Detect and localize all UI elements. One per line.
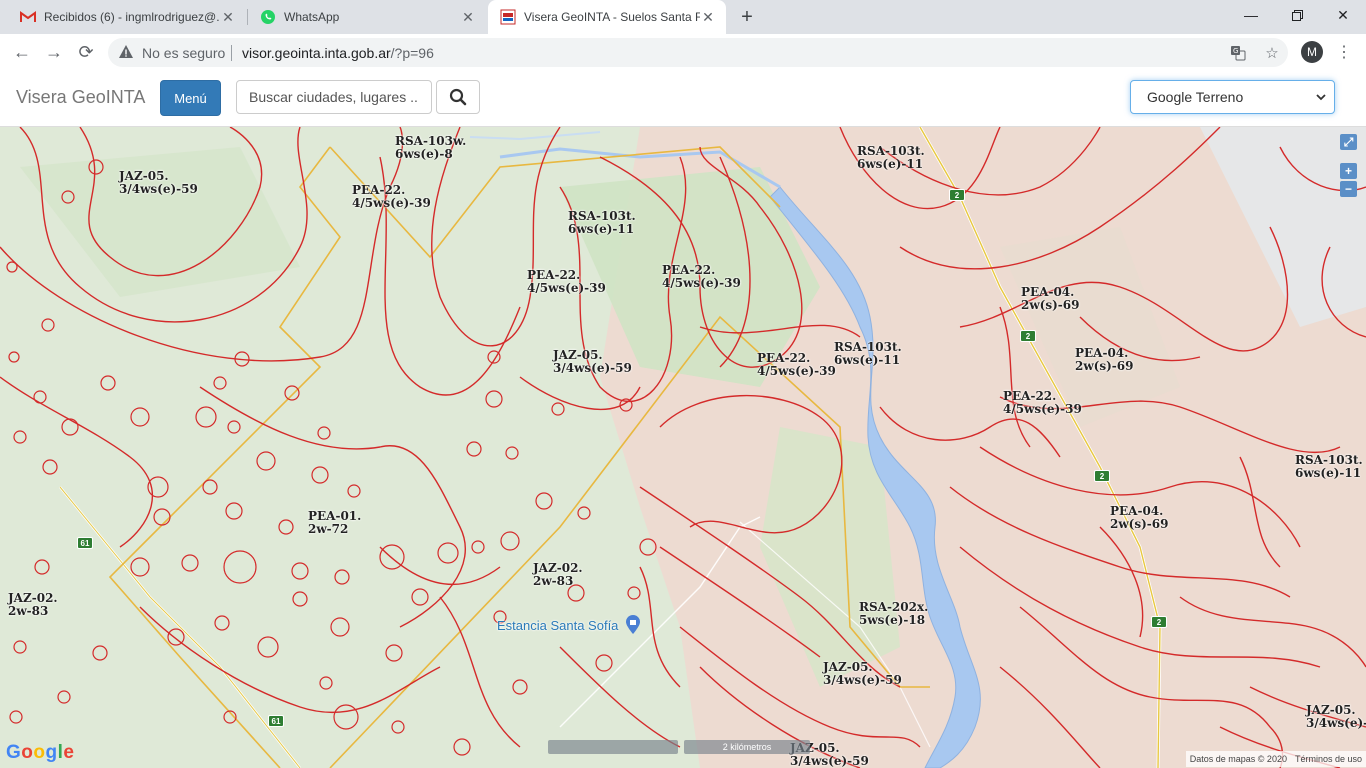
fullscreen-icon[interactable]: ⤢ [1340, 134, 1357, 150]
basemap-selected-value: Google Terreno [1147, 89, 1244, 105]
route-shield: 61 [268, 715, 284, 727]
reload-icon[interactable]: ⟳ [74, 41, 98, 63]
close-window-icon[interactable]: ✕ [1328, 4, 1358, 26]
url-host: visor.geointa.inta.gob.ar [242, 45, 391, 61]
soil-label[interactable]: PEA-22. 4/5ws(e)-39 [1003, 390, 1082, 416]
zoom-in-button[interactable]: + [1340, 163, 1357, 179]
soil-label[interactable]: RSA-103t. 6ws(e)-11 [834, 341, 902, 367]
chevron-down-icon [1316, 94, 1326, 101]
avatar[interactable]: M [1301, 41, 1323, 63]
tab-title: Recibidos (6) - ingmlrodriguez@... [44, 10, 220, 24]
address-bar[interactable]: No es seguro visor.geointa.inta.gob.ar/?… [108, 38, 1288, 67]
poi-label[interactable]: Estancia Santa Sofía [497, 614, 641, 637]
forward-icon[interactable]: → [42, 41, 66, 63]
soil-label[interactable]: RSA-103t. 6ws(e)-11 [1295, 454, 1363, 480]
soil-label[interactable]: PEA-01. 2w-72 [308, 510, 361, 536]
close-icon[interactable]: ✕ [220, 9, 236, 25]
soil-label[interactable]: JAZ-05.3/4ws(e)-52 [1306, 704, 1366, 730]
tab-title: WhatsApp [284, 10, 340, 24]
security-status[interactable]: No es seguro [142, 45, 225, 61]
soil-label[interactable]: PEA-22. 4/5ws(e)-39 [757, 352, 836, 378]
search-button[interactable] [436, 80, 480, 114]
search-icon [449, 88, 467, 106]
soil-label[interactable]: RSA-103t. 6ws(e)-11 [857, 145, 925, 171]
route-shield: 2 [1094, 470, 1110, 482]
soil-label[interactable]: JAZ-02. 2w-83 [533, 562, 583, 588]
soil-label[interactable]: JAZ-02. 2w-83 [8, 592, 58, 618]
back-icon[interactable]: ← [10, 41, 34, 63]
restore-icon[interactable] [1282, 4, 1312, 26]
minimize-icon[interactable]: — [1236, 4, 1266, 26]
soil-label[interactable]: JAZ-05. 3/4ws(e)-59 [119, 170, 198, 196]
svg-text:G: G [1233, 47, 1238, 55]
search-input[interactable] [236, 80, 432, 114]
poi-name: Estancia Santa Sofía [497, 618, 619, 633]
soil-label[interactable]: PEA-22. 4/5ws(e)-39 [662, 264, 741, 290]
soil-label[interactable]: RSA-103t. 6ws(e)-11 [568, 210, 636, 236]
warning-icon [118, 44, 134, 60]
soil-label[interactable]: PEA-04. 2w(s)-69 [1110, 505, 1168, 531]
scale-label: 2 kilómetros [684, 740, 810, 754]
app-navbar: Visera GeoINTA Menú Google Terreno [0, 71, 1366, 127]
url-text[interactable]: visor.geointa.inta.gob.ar/?p=96 [242, 45, 434, 61]
whatsapp-icon [260, 9, 276, 25]
more-menu-icon[interactable]: ⋮ [1336, 41, 1352, 63]
soil-label[interactable]: JAZ-05. 3/4ws(e)-59 [553, 349, 632, 375]
basemap-select[interactable]: Google Terreno [1130, 80, 1335, 114]
map-attribution: Datos de mapas © 2020 Términos de uso [1185, 751, 1366, 767]
browser-toolbar: ← → ⟳ No es seguro visor.geointa.inta.go… [0, 34, 1366, 72]
tab-gmail[interactable]: Recibidos (6) - ingmlrodriguez@... ✕ [8, 0, 246, 34]
route-shield: 2 [1151, 616, 1167, 628]
soil-label[interactable]: PEA-22. 4/5ws(e)-39 [352, 184, 431, 210]
shopping-bag-icon [625, 614, 641, 637]
soil-label[interactable]: PEA-22. 4/5ws(e)-39 [527, 269, 606, 295]
route-shield: 2 [1020, 330, 1036, 342]
omnibox-divider [231, 45, 232, 61]
soil-label[interactable]: PEA-04. 2w(s)-69 [1021, 286, 1079, 312]
translate-icon[interactable]: G [1228, 43, 1248, 63]
tab-geointa[interactable]: Visera GeoINTA - Suelos Santa Fe... ✕ [488, 0, 726, 34]
tab-title: Visera GeoINTA - Suelos Santa Fe... [524, 10, 700, 24]
browser-tab-strip: Recibidos (6) - ingmlrodriguez@... ✕ Wha… [0, 0, 1366, 34]
soil-map-layer [0, 127, 1366, 768]
route-shield: 2 [949, 189, 965, 201]
new-tab-button[interactable]: + [737, 7, 757, 27]
bookmark-star-icon[interactable]: ☆ [1262, 43, 1282, 63]
attribution-text: Datos de mapas © 2020 [1189, 754, 1287, 764]
google-logo: Google [6, 742, 75, 763]
app-brand[interactable]: Visera GeoINTA [16, 87, 145, 108]
tab-whatsapp[interactable]: WhatsApp ✕ [248, 0, 486, 34]
scale-bar [548, 740, 678, 754]
soil-label[interactable]: JAZ-05. 3/4ws(e)-59 [823, 661, 902, 687]
inta-icon [500, 9, 516, 25]
gmail-icon [20, 9, 36, 25]
terms-link[interactable]: Términos de uso [1295, 754, 1362, 764]
map-canvas[interactable]: RSA-103w. 6ws(e)-8 JAZ-05. 3/4ws(e)-59 PEA… [0, 127, 1366, 768]
soil-label[interactable]: RSA-103w. 6ws(e)-8 [395, 135, 466, 161]
zoom-out-button[interactable]: − [1340, 181, 1357, 197]
close-icon[interactable]: ✕ [700, 9, 716, 25]
menu-button[interactable]: Menú [160, 80, 221, 116]
soil-label[interactable]: PEA-04. 2w(s)-69 [1075, 347, 1133, 373]
close-icon[interactable]: ✕ [460, 9, 476, 25]
url-path: /?p=96 [390, 45, 434, 61]
route-shield: 61 [77, 537, 93, 549]
soil-label[interactable]: RSA-202x. 5ws(e)-18 [859, 601, 928, 627]
